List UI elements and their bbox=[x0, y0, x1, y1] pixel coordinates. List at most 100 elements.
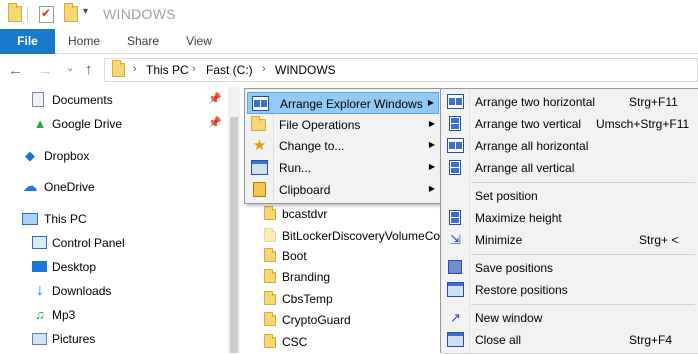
folder-icon bbox=[264, 334, 276, 348]
scrollbar-thumb[interactable] bbox=[230, 117, 238, 353]
menu-item-save-positions[interactable]: Save positions bbox=[443, 257, 695, 279]
menu-item-clipboard[interactable]: Clipboard ▶ bbox=[247, 179, 439, 201]
sidebar-item-mp3[interactable]: ♫ Mp3 bbox=[0, 304, 228, 326]
title-bar: ▾ WINDOWS bbox=[0, 0, 698, 29]
breadcrumb-separator[interactable]: › bbox=[262, 63, 266, 75]
breadcrumb-separator[interactable]: › bbox=[133, 63, 137, 75]
sidebar-item-google-drive[interactable]: ▲ Google Drive 📌 bbox=[0, 113, 228, 135]
menu-item-arrange-all-vertical[interactable]: Arrange all vertical bbox=[443, 157, 695, 179]
menu-item-file-operations[interactable]: File Operations ▶ bbox=[247, 114, 439, 136]
menu-item-restore-positions[interactable]: Restore positions bbox=[443, 279, 695, 301]
sidebar-item-label: Desktop bbox=[52, 260, 97, 274]
sidebar-item-onedrive[interactable]: ☁ OneDrive bbox=[0, 176, 228, 198]
close-all-icon bbox=[447, 332, 464, 347]
up-button[interactable]: ↑ bbox=[85, 61, 93, 78]
google-drive-icon: ▲ bbox=[33, 116, 47, 131]
sidebar-item-pictures[interactable]: Pictures bbox=[0, 328, 228, 350]
maximize-height-icon bbox=[449, 210, 461, 225]
list-item[interactable]: BitLockerDiscoveryVolumeContents bbox=[264, 226, 444, 248]
arrange-all-horizontal-icon bbox=[447, 138, 464, 153]
menu-item-label: Save positions bbox=[475, 261, 554, 275]
menu-item-set-position[interactable]: Set position bbox=[443, 185, 695, 207]
menu-item-arrange-two-vertical[interactable]: Arrange two vertical Umsch+Strg+F11 bbox=[443, 113, 695, 135]
menu-item-change-to[interactable]: ★ Change to... ▶ bbox=[247, 135, 439, 157]
breadcrumb-this-pc[interactable]: This PC bbox=[146, 63, 189, 77]
downloads-icon: ↓ bbox=[36, 282, 44, 299]
file-name: CbsTemp bbox=[282, 292, 333, 306]
menu-item-arrange-explorer-windows[interactable]: Arrange Explorer Windows ▶ bbox=[247, 92, 439, 114]
file-name: CSC bbox=[282, 335, 308, 349]
menu-item-label: Maximize height bbox=[475, 211, 562, 225]
folder-icon bbox=[264, 291, 276, 305]
folder-icon bbox=[264, 312, 276, 326]
music-icon: ♫ bbox=[35, 307, 45, 322]
documents-icon bbox=[32, 92, 44, 107]
sidebar-item-desktop[interactable]: Desktop bbox=[0, 256, 228, 278]
menu-item-run[interactable]: Run... ▶ bbox=[247, 157, 439, 179]
folder-icon bbox=[264, 248, 276, 262]
back-button[interactable]: ← bbox=[8, 62, 23, 79]
menu-item-label: File Operations bbox=[279, 118, 361, 132]
properties-icon[interactable] bbox=[39, 6, 54, 23]
sidebar-item-label: OneDrive bbox=[44, 180, 95, 194]
menu-item-maximize-height[interactable]: Maximize height bbox=[443, 207, 695, 229]
navigation-scrollbar[interactable] bbox=[228, 87, 240, 353]
submenu-arrow-icon: ▶ bbox=[428, 162, 435, 171]
list-item[interactable]: Boot bbox=[264, 246, 444, 268]
breadcrumb-windows[interactable]: WINDOWS bbox=[275, 63, 336, 77]
folder-icon[interactable] bbox=[8, 3, 22, 22]
breadcrumb-separator[interactable]: › bbox=[192, 63, 196, 75]
list-item[interactable]: CbsTemp bbox=[264, 289, 444, 311]
sidebar-item-label: Mp3 bbox=[52, 308, 76, 322]
pin-icon[interactable]: 📌 bbox=[208, 116, 222, 129]
list-item[interactable]: bcastdvr bbox=[264, 204, 444, 226]
menu-item-label: Arrange Explorer Windows bbox=[280, 97, 423, 111]
sidebar-item-this-pc[interactable]: This PC bbox=[0, 208, 228, 230]
breadcrumb-fast-c[interactable]: Fast (C:) bbox=[206, 63, 253, 77]
sidebar-item-documents[interactable]: Documents 📌 bbox=[0, 89, 228, 111]
menu-item-label: Minimize bbox=[475, 233, 523, 247]
folder-icon bbox=[264, 206, 276, 220]
menu-item-close-all[interactable]: Close all Strg+F4 bbox=[443, 329, 695, 351]
folder-icon bbox=[264, 228, 276, 242]
menu-item-label: New window bbox=[475, 311, 543, 325]
pictures-icon bbox=[32, 333, 47, 345]
menu-item-label: Change to... bbox=[279, 139, 345, 153]
menu-separator bbox=[471, 304, 695, 305]
menu-item-shortcut: Strg+F11 bbox=[629, 95, 678, 109]
tab-share[interactable]: Share bbox=[122, 29, 164, 54]
quick-access-dropdown[interactable]: ▾ bbox=[83, 6, 88, 17]
menu-item-minimize[interactable]: ⇲ Minimize Strg+ < bbox=[443, 229, 695, 251]
tab-home[interactable]: Home bbox=[64, 29, 104, 54]
folder-icon bbox=[112, 60, 125, 77]
list-item[interactable]: CSC bbox=[264, 332, 444, 354]
menu-item-arrange-two-horizontal[interactable]: Arrange two horizontal Strg+F11 bbox=[443, 91, 695, 113]
recent-locations-button[interactable]: ⌄ bbox=[66, 63, 74, 74]
folder-icon bbox=[251, 116, 266, 131]
sidebar-item-control-panel[interactable]: Control Panel bbox=[0, 232, 228, 254]
arrange-vertical-icon bbox=[449, 116, 461, 131]
menu-item-new-window[interactable]: ↗ New window bbox=[443, 307, 695, 329]
sidebar-item-downloads[interactable]: ↓ Downloads bbox=[0, 280, 228, 302]
new-folder-icon[interactable] bbox=[64, 3, 78, 22]
quick-access-separator bbox=[27, 7, 28, 21]
sidebar-item-dropbox[interactable]: ◆ Dropbox bbox=[0, 145, 228, 167]
context-menu: Arrange Explorer Windows ▶ File Operatio… bbox=[244, 88, 442, 204]
star-icon: ★ bbox=[252, 137, 267, 154]
tab-view[interactable]: View bbox=[180, 29, 218, 54]
restore-positions-icon bbox=[447, 282, 464, 297]
list-item[interactable]: Branding bbox=[264, 267, 444, 289]
run-icon bbox=[251, 160, 268, 175]
pin-icon[interactable]: 📌 bbox=[208, 92, 222, 105]
list-item[interactable]: CryptoGuard bbox=[264, 310, 444, 332]
sidebar-item-label: Dropbox bbox=[44, 149, 90, 163]
menu-separator bbox=[471, 254, 695, 255]
forward-button[interactable]: → bbox=[38, 62, 53, 79]
menu-item-arrange-all-horizontal[interactable]: Arrange all horizontal bbox=[443, 135, 695, 157]
file-name: BitLockerDiscoveryVolumeContents bbox=[282, 229, 444, 243]
menu-item-shortcut: Umsch+Strg+F11 bbox=[596, 117, 690, 131]
tab-file[interactable]: File bbox=[0, 29, 55, 54]
file-name: CryptoGuard bbox=[282, 313, 351, 327]
menu-item-label: Arrange two horizontal bbox=[475, 95, 596, 109]
address-bar[interactable]: › This PC › Fast (C:) › WINDOWS bbox=[104, 58, 698, 82]
